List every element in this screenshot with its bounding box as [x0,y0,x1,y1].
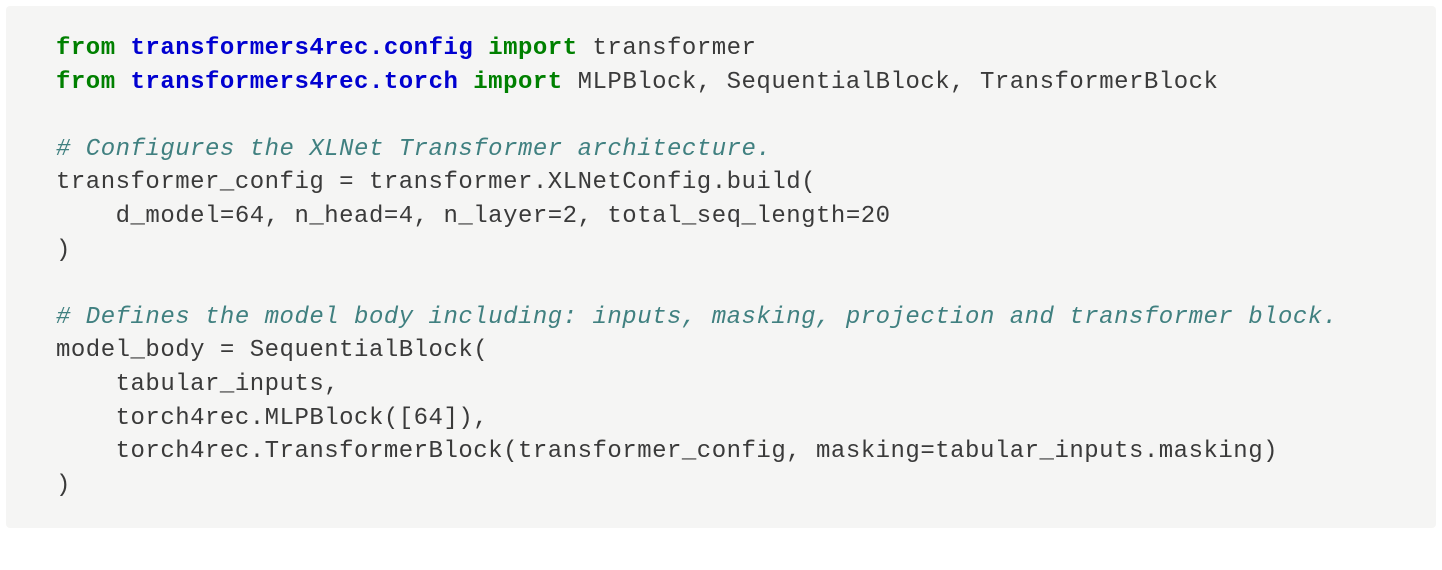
keyword-from: from [56,69,116,96]
import-names: transformer [578,35,757,62]
code-line: ) [56,472,71,499]
keyword-from: from [56,35,116,62]
code-line: torch4rec.MLPBlock([64]), [56,405,488,432]
keyword-import: import [488,35,577,62]
code-line: d_model=64, n_head=4, n_layer=2, total_s… [56,203,891,230]
keyword-import: import [473,69,562,96]
module-path: transformers4rec.config [131,35,474,62]
code-line: torch4rec.TransformerBlock(transformer_c… [56,438,1278,465]
code-line: model_body = SequentialBlock( [56,337,488,364]
module-path: transformers4rec.torch [131,69,459,96]
code-line: transformer_config = transformer.XLNetCo… [56,169,816,196]
import-names: MLPBlock, SequentialBlock, TransformerBl… [563,69,1219,96]
code-block: from transformers4rec.config import tran… [6,6,1436,528]
code-line: tabular_inputs, [56,371,339,398]
code-line: ) [56,237,71,264]
comment: # Defines the model body including: inpu… [56,304,1338,331]
comment: # Configures the XLNet Transformer archi… [56,136,771,163]
